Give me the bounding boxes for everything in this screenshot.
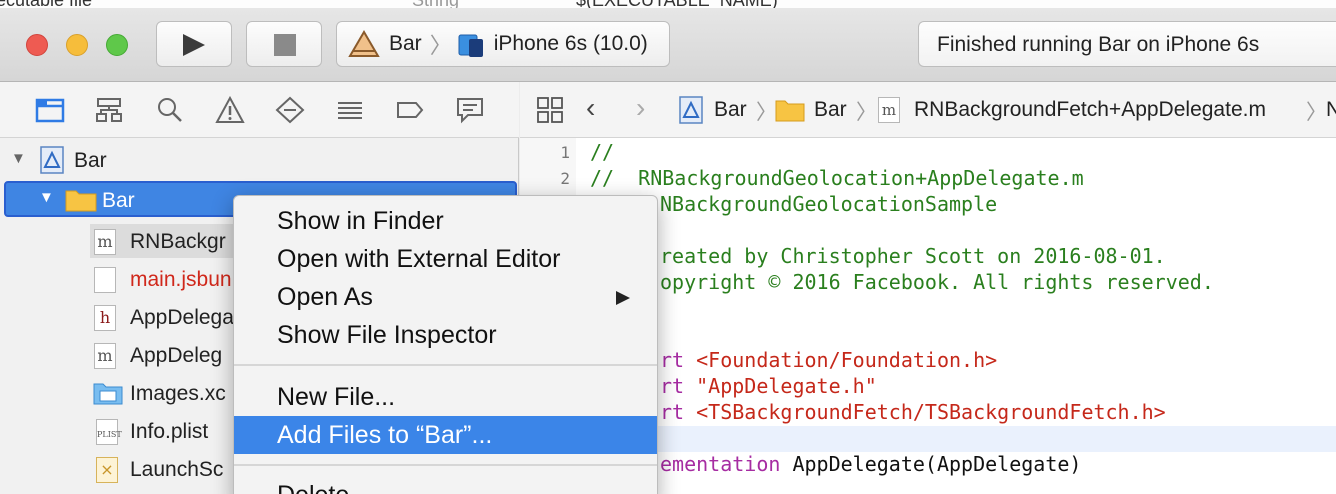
objc-m-file-icon: m xyxy=(94,343,116,369)
breadcrumb-group[interactable]: Bar xyxy=(814,98,847,122)
file-name: AppDelega xyxy=(130,306,234,329)
disclosure-triangle-icon[interactable]: ▼ xyxy=(39,189,54,206)
activity-status: Finished running Bar on iPhone 6s xyxy=(918,21,1336,67)
file-name: AppDeleg xyxy=(130,344,223,367)
xcode-app-icon xyxy=(348,30,380,57)
menu-item-open-as[interactable]: Open As xyxy=(234,278,657,316)
stop-button[interactable] xyxy=(246,21,322,67)
project-row[interactable]: ▼ Bar xyxy=(0,141,519,179)
file-name: Images.xc xyxy=(130,382,226,405)
asset-catalog-icon xyxy=(93,383,123,405)
objc-m-file-icon: m xyxy=(878,97,900,123)
search-icon[interactable] xyxy=(155,96,185,124)
code-line: opyright © 2016 Facebook. All rights res… xyxy=(660,270,1214,294)
code-line: rt <TSBackgroundFetch/TSBackgroundFetch.… xyxy=(660,400,1166,424)
chevron-right-icon: 〉 xyxy=(429,33,452,58)
debug-navigator-icon[interactable] xyxy=(335,96,365,124)
forward-arrow-icon[interactable]: › xyxy=(636,92,645,124)
code-line: // RNBackgroundGeolocation+AppDelegate.m xyxy=(590,166,1084,190)
code-line: // xyxy=(590,140,615,164)
scheme-name: Bar xyxy=(389,32,422,55)
file-name: main.jsbun xyxy=(130,268,232,291)
header-h-file-icon: h xyxy=(94,305,116,331)
current-line-highlight xyxy=(576,426,1336,452)
file-name: LaunchSc xyxy=(130,458,224,481)
folder-icon xyxy=(65,190,97,212)
breakpoint-navigator-icon[interactable] xyxy=(395,96,425,124)
window-toolbar: ecutable file String $(EXECUTABLE_NAME) … xyxy=(0,0,1336,82)
warning-icon[interactable] xyxy=(215,96,245,124)
plist-file-icon: PLIST xyxy=(96,419,122,445)
close-button[interactable] xyxy=(26,34,48,56)
menu-item-open-external-editor[interactable]: Open with External Editor xyxy=(234,240,657,278)
menu-separator xyxy=(234,364,657,366)
code-line: rt <Foundation/Foundation.h> xyxy=(660,348,998,372)
scheme-selector[interactable]: Bar 〉 iPhone 6s (10.0) xyxy=(336,21,670,67)
xcode-window: ecutable file String $(EXECUTABLE_NAME) … xyxy=(0,0,1336,494)
submenu-arrow-icon xyxy=(616,291,630,305)
stop-icon xyxy=(274,34,296,56)
breadcrumb-project[interactable]: Bar xyxy=(714,98,747,122)
objc-m-file-icon: m xyxy=(94,229,116,255)
device-name: iPhone 6s (10.0) xyxy=(493,32,648,55)
xib-file-icon: × xyxy=(96,457,118,483)
navigator-selector-bar xyxy=(0,82,519,138)
folder-navigator-icon[interactable] xyxy=(35,96,65,124)
file-name: RNBackgr xyxy=(130,230,226,253)
run-button[interactable] xyxy=(156,21,232,67)
line-number: 1 xyxy=(560,143,570,162)
code-line: NBackgroundGeolocationSample xyxy=(660,192,998,216)
back-arrow-icon[interactable]: ‹ xyxy=(586,92,595,124)
menu-item-show-file-inspector[interactable]: Show File Inspector xyxy=(234,316,657,354)
strip-text-right: $(EXECUTABLE_NAME) xyxy=(576,0,778,8)
report-navigator-icon[interactable] xyxy=(455,96,485,124)
menu-separator xyxy=(234,464,657,466)
strip-text-mid: String xyxy=(412,0,459,8)
context-menu: Show in Finder Open with External Editor… xyxy=(233,195,658,494)
menu-item-add-files[interactable]: Add Files to “Bar”... xyxy=(234,416,657,454)
symbol-navigator-icon[interactable] xyxy=(94,96,124,124)
code-line: reated by Christopher Scott on 2016-08-0… xyxy=(660,244,1166,268)
editor-jump-bar: ‹ › Bar 〉 Bar 〉 m RNBackgroundFetch+AppD… xyxy=(520,82,1336,138)
play-icon xyxy=(183,34,205,56)
project-file-icon xyxy=(40,146,64,174)
line-number: 2 xyxy=(560,169,570,188)
simulator-icon xyxy=(458,34,483,57)
menu-item-new-file[interactable]: New File... xyxy=(234,378,657,416)
file-name: Info.plist xyxy=(130,420,209,443)
breadcrumb-overflow[interactable]: N xyxy=(1326,98,1336,122)
menu-item-show-in-finder[interactable]: Show in Finder xyxy=(234,202,657,240)
js-file-icon xyxy=(94,267,116,293)
zoom-button[interactable] xyxy=(106,34,128,56)
chevron-right-icon: 〉 xyxy=(1306,101,1327,124)
code-line: rt "AppDelegate.h" xyxy=(660,374,877,398)
project-name: Bar xyxy=(74,149,107,172)
breadcrumb-file[interactable]: RNBackgroundFetch+AppDelegate.m xyxy=(914,98,1266,122)
menu-item-delete[interactable]: Delete xyxy=(234,476,657,494)
underlying-window-strip: ecutable file String $(EXECUTABLE_NAME) xyxy=(0,0,1336,8)
code-line: ementation AppDelegate(AppDelegate) xyxy=(660,452,1082,476)
disclosure-triangle-icon[interactable]: ▼ xyxy=(11,150,26,167)
minimize-button[interactable] xyxy=(66,34,88,56)
test-navigator-icon[interactable] xyxy=(275,96,305,124)
related-items-icon[interactable] xyxy=(536,96,564,124)
project-file-icon xyxy=(679,96,703,124)
folder-icon xyxy=(775,100,805,122)
chevron-right-icon: 〉 xyxy=(856,101,877,124)
group-name: Bar xyxy=(102,189,135,212)
strip-text-left: ecutable file xyxy=(0,0,92,8)
